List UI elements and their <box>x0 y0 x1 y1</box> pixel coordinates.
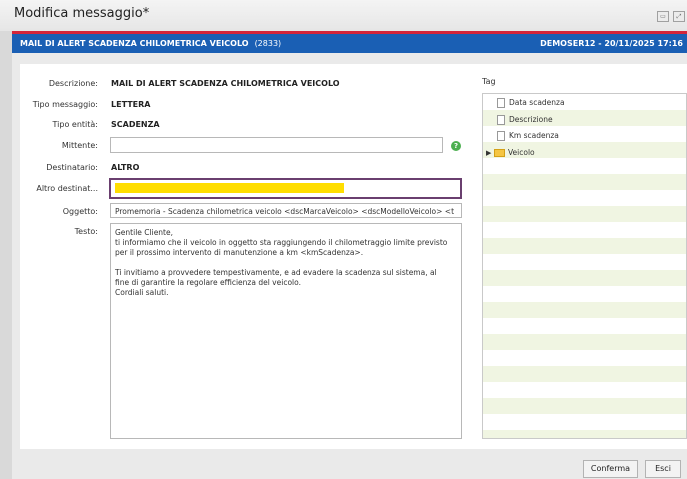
header-code: (2833) <box>254 39 282 48</box>
tag-item-km-scadenza[interactable]: Km scadenza <box>497 130 559 142</box>
window-titlebar: Modifica messaggio* ▭ ⤢ <box>0 0 687 31</box>
tipo-messaggio-value: LETTERA <box>111 100 151 109</box>
document-icon <box>497 115 505 125</box>
tag-item-veicolo[interactable]: ▶ Veicolo <box>486 147 535 159</box>
tag-item-label: Veicolo <box>508 148 535 157</box>
tipo-entita-label: Tipo entità: <box>52 120 98 129</box>
altro-destinatario-label: Altro destinat... <box>36 184 98 193</box>
mittente-input[interactable] <box>110 137 443 153</box>
tag-header: Tag <box>482 77 496 86</box>
tag-item-data-scadenza[interactable]: Data scadenza <box>497 97 565 109</box>
help-icon[interactable]: ? <box>451 141 461 151</box>
tag-tree[interactable] <box>482 93 687 439</box>
exit-button[interactable]: Esci <box>645 460 681 478</box>
tag-item-label: Data scadenza <box>509 98 565 107</box>
descrizione-label: Descrizione: <box>48 79 98 88</box>
expand-arrow-icon[interactable]: ▶ <box>486 147 494 159</box>
window-title: Modifica messaggio* <box>14 6 150 21</box>
altro-destinatario-input[interactable] <box>109 178 462 199</box>
header-title: MAIL DI ALERT SCADENZA CHILOMETRICA VEIC… <box>20 39 249 48</box>
document-icon <box>497 131 505 141</box>
tag-item-label: Km scadenza <box>509 131 559 140</box>
maximize-icon[interactable]: ⤢ <box>673 11 685 22</box>
testo-textarea[interactable]: Gentile Cliente, ti informiamo che il ve… <box>110 223 462 439</box>
oggetto-input[interactable]: Promemoria - Scadenza chilometrica veico… <box>110 203 462 218</box>
restore-icon[interactable]: ▭ <box>657 11 669 22</box>
confirm-button[interactable]: Conferma <box>583 460 638 478</box>
folder-icon <box>494 149 505 157</box>
destinatario-value: ALTRO <box>111 163 140 172</box>
document-icon <box>497 98 505 108</box>
tag-item-label: Descrizione <box>509 115 553 124</box>
tipo-entita-value: SCADENZA <box>111 120 160 129</box>
redacted-highlight <box>115 183 344 193</box>
tipo-messaggio-label: Tipo messaggio: <box>32 100 98 109</box>
testo-label: Testo: <box>74 227 98 236</box>
descrizione-value: MAIL DI ALERT SCADENZA CHILOMETRICA VEIC… <box>111 79 340 88</box>
oggetto-label: Oggetto: <box>62 207 98 216</box>
tag-item-descrizione[interactable]: Descrizione <box>497 114 553 126</box>
mittente-label: Mittente: <box>61 141 98 150</box>
header-bar: MAIL DI ALERT SCADENZA CHILOMETRICA VEIC… <box>12 34 687 53</box>
destinatario-label: Destinatario: <box>46 163 98 172</box>
header-user-date: DEMOSER12 - 20/11/2025 17:16 <box>540 39 683 48</box>
